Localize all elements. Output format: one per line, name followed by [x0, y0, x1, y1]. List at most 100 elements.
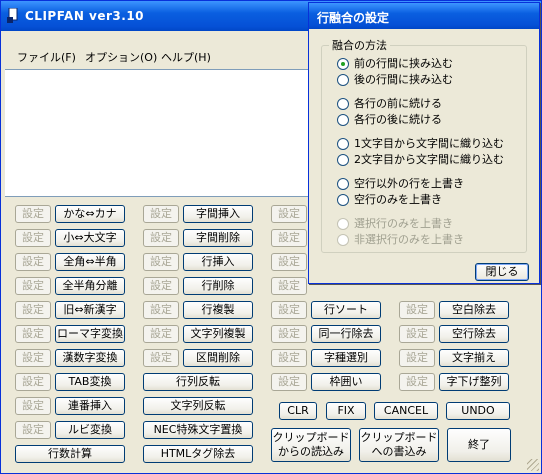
col1-button-0[interactable]: かな⇔カナ: [55, 205, 125, 223]
settings-button[interactable]: 設定: [399, 373, 435, 391]
merge-option-label: 非選択行のみを上書き: [354, 233, 464, 246]
col2-button-8[interactable]: 文字列反転: [143, 397, 253, 415]
settings-button[interactable]: 設定: [399, 325, 435, 343]
settings-button[interactable]: 設定: [271, 349, 307, 367]
merge-option-label: 1文字目から文字間に織り込む: [354, 137, 504, 150]
settings-button[interactable]: 設定: [15, 325, 51, 343]
settings-button[interactable]: 設定: [15, 205, 51, 223]
radio-circle-icon: [337, 234, 349, 246]
settings-button[interactable]: 設定: [143, 277, 179, 295]
settings-button[interactable]: 設定: [399, 349, 435, 367]
undo-button[interactable]: UNDO: [446, 402, 510, 420]
end-button[interactable]: 終了: [447, 428, 511, 462]
merge-option-label: 選択行のみを上書き: [354, 217, 453, 230]
col1-button-3[interactable]: 全半角分離: [55, 277, 125, 295]
settings-button[interactable]: 設定: [15, 301, 51, 319]
col2-button-6[interactable]: 区間削除: [183, 349, 253, 367]
resize-grip[interactable]: [527, 459, 539, 471]
radio-circle-icon: [337, 74, 349, 86]
dialog-title: 行融合の設定: [317, 11, 390, 25]
col3-button-4[interactable]: 行ソート: [311, 301, 381, 319]
col3-button-6[interactable]: 字種選別: [311, 349, 381, 367]
merge-method-label: 融合の方法: [329, 37, 390, 53]
settings-button[interactable]: 設定: [15, 229, 51, 247]
col1-button-4[interactable]: 旧⇔新漢字: [55, 301, 125, 319]
write-clipboard-button[interactable]: クリップボード への書込み: [359, 428, 439, 462]
radio-circle-icon: [337, 58, 349, 70]
settings-button[interactable]: 設定: [271, 205, 307, 223]
close-button[interactable]: 閉じる: [475, 263, 529, 281]
col2-button-9[interactable]: NEC特殊文字置換: [143, 421, 253, 439]
col1-button-2[interactable]: 全角⇔半角: [55, 253, 125, 271]
settings-button[interactable]: 設定: [143, 229, 179, 247]
dialog-title-bar[interactable]: 行融合の設定: [309, 3, 539, 29]
settings-button[interactable]: 設定: [143, 253, 179, 271]
settings-button[interactable]: 設定: [15, 349, 51, 367]
col3-button-7[interactable]: 枠囲い: [311, 373, 381, 391]
read-clipboard-button[interactable]: クリップボード からの読込み: [271, 428, 351, 462]
merge-option-label: 空行以外の行を上書き: [354, 177, 464, 190]
clr-button[interactable]: CLR: [279, 402, 317, 420]
col2-button-10[interactable]: HTMLタグ除去: [143, 445, 253, 463]
col1-button-10[interactable]: 行数計算: [15, 445, 125, 463]
settings-button[interactable]: 設定: [15, 253, 51, 271]
col1-button-9[interactable]: ルビ変換: [55, 421, 125, 439]
merge-option-label: 2文字目から文字間に織り込む: [354, 153, 504, 166]
radio-circle-icon: [337, 194, 349, 206]
col2-button-0[interactable]: 字間挿入: [183, 205, 253, 223]
settings-button[interactable]: 設定: [271, 253, 307, 271]
merge-option-label: 各行の後に続ける: [354, 113, 442, 126]
window-title: CLIPFAN ver3.10: [25, 9, 145, 23]
col1-button-6[interactable]: 漢数字変換: [55, 349, 125, 367]
settings-button[interactable]: 設定: [143, 301, 179, 319]
settings-button[interactable]: 設定: [271, 301, 307, 319]
settings-button[interactable]: 設定: [143, 349, 179, 367]
cancel-button[interactable]: CANCEL: [374, 402, 438, 420]
col1-button-7[interactable]: TAB変換: [55, 373, 125, 391]
col4-button-1[interactable]: 空行除去: [439, 325, 509, 343]
write-clipboard-line1: クリップボード: [360, 431, 438, 444]
col4-button-2[interactable]: 文字揃え: [439, 349, 509, 367]
settings-button[interactable]: 設定: [15, 373, 51, 391]
menu-options[interactable]: オプション(O): [85, 49, 157, 67]
menu-help[interactable]: ヘルプ(H): [161, 49, 211, 67]
col1-button-5[interactable]: ローマ字変換: [55, 325, 125, 343]
merge-settings-dialog: 行融合の設定 融合の方法 前の行間に挟み込む 後の行間に挟み込む 各行の前に続ける各…: [308, 2, 540, 284]
radio-circle-icon: [337, 178, 349, 190]
radio-circle-icon: [337, 114, 349, 126]
merge-option-label: 後の行間に挟み込む: [354, 73, 453, 86]
col2-button-4[interactable]: 行複製: [183, 301, 253, 319]
merge-option-label: 前の行間に挟み込む: [354, 57, 453, 70]
settings-button[interactable]: 設定: [271, 229, 307, 247]
merge-option-label: 空行のみを上書き: [354, 193, 442, 206]
radio-circle-icon: [337, 138, 349, 150]
col4-button-0[interactable]: 空白除去: [439, 301, 509, 319]
fix-button[interactable]: FIX: [326, 402, 366, 420]
menu-file[interactable]: ファイル(F): [17, 49, 76, 67]
settings-button[interactable]: 設定: [143, 205, 179, 223]
read-clipboard-line1: クリップボード: [272, 431, 350, 444]
col2-button-3[interactable]: 行削除: [183, 277, 253, 295]
col2-button-5[interactable]: 文字列複製: [183, 325, 253, 343]
radio-circle-icon: [337, 154, 349, 166]
col2-button-7[interactable]: 行列反転: [143, 373, 253, 391]
radio-circle-icon: [337, 98, 349, 110]
settings-button[interactable]: 設定: [399, 301, 435, 319]
col1-button-8[interactable]: 連番挿入: [55, 397, 125, 415]
settings-button[interactable]: 設定: [15, 277, 51, 295]
settings-button[interactable]: 設定: [271, 373, 307, 391]
radio-circle-icon: [337, 218, 349, 230]
settings-button[interactable]: 設定: [271, 325, 307, 343]
col2-button-2[interactable]: 行挿入: [183, 253, 253, 271]
settings-button[interactable]: 設定: [15, 397, 51, 415]
col3-button-5[interactable]: 同一行除去: [311, 325, 381, 343]
merge-option-label: 各行の前に続ける: [354, 97, 442, 110]
col4-button-3[interactable]: 字下げ整列: [439, 373, 509, 391]
settings-button[interactable]: 設定: [15, 421, 51, 439]
write-clipboard-line2: への書込み: [371, 445, 427, 458]
read-clipboard-line2: からの読込み: [278, 445, 344, 458]
col2-button-1[interactable]: 字間削除: [183, 229, 253, 247]
settings-button[interactable]: 設定: [271, 277, 307, 295]
settings-button[interactable]: 設定: [143, 325, 179, 343]
col1-button-1[interactable]: 小⇔大文字: [55, 229, 125, 247]
